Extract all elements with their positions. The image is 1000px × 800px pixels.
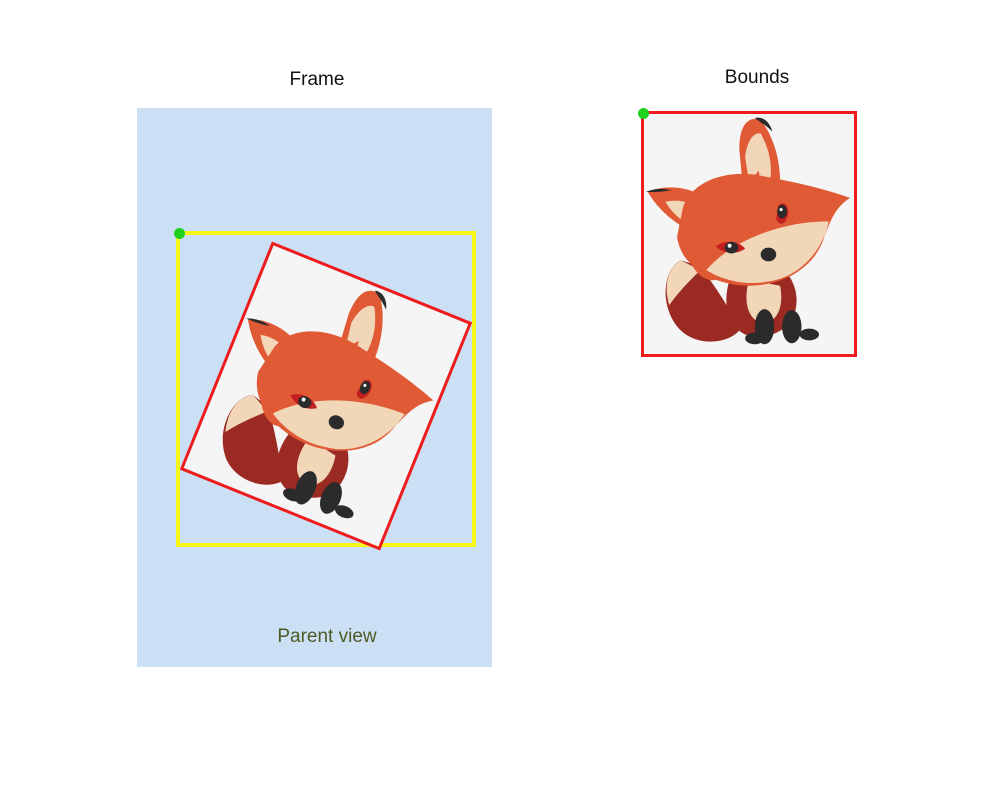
diagram-stage: Frame Bounds Parent view (0, 0, 1000, 800)
parent-view-label: Parent view (277, 626, 377, 647)
fox-illustration (644, 114, 854, 354)
frame-title: Frame (289, 69, 345, 90)
frame-origin-dot (174, 228, 185, 239)
bounds-title: Bounds (724, 67, 790, 88)
bounds-origin-dot (638, 108, 649, 119)
bounds-image-view (641, 111, 857, 357)
